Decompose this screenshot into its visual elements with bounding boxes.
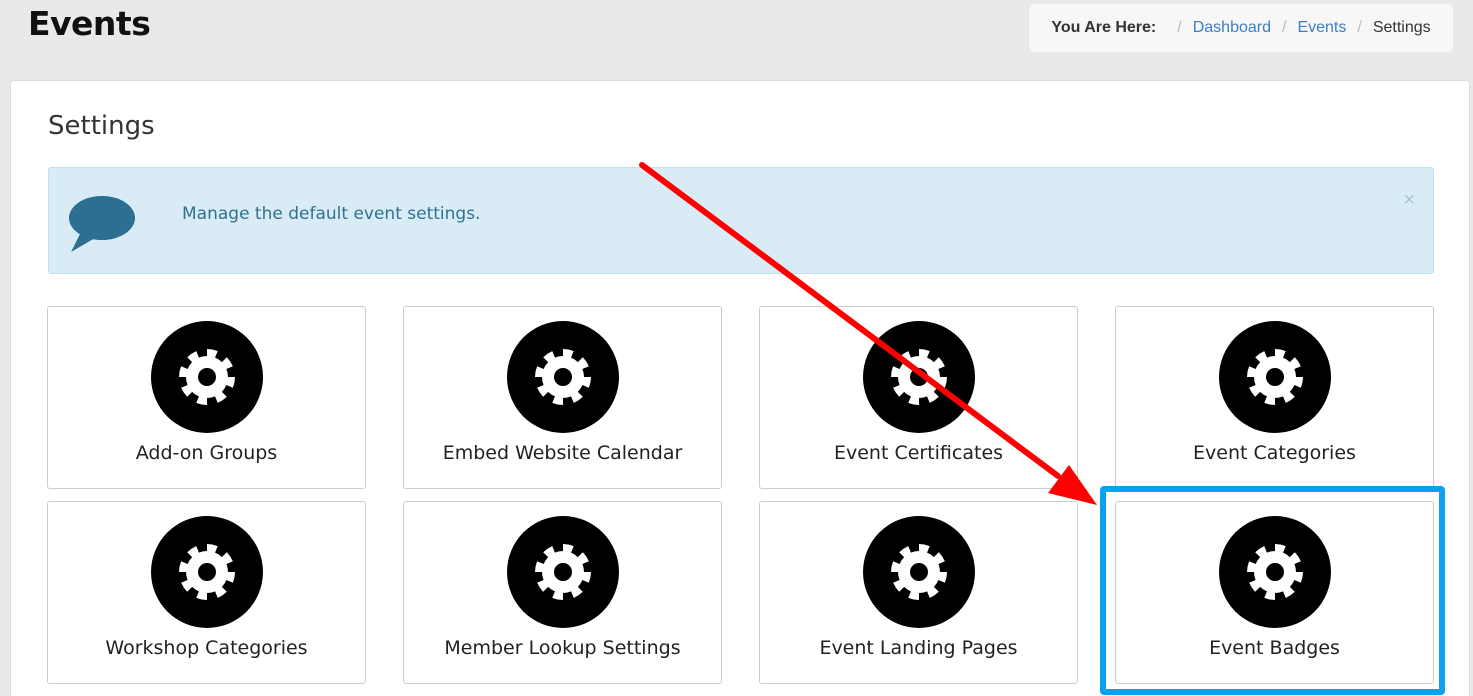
breadcrumb-link-dashboard[interactable]: Dashboard	[1193, 19, 1271, 37]
tile-event-landing-pages[interactable]: Event Landing Pages	[759, 501, 1078, 684]
breadcrumb-current: Settings	[1372, 19, 1431, 36]
speech-bubble-icon	[67, 194, 137, 254]
gear-icon	[507, 321, 619, 433]
breadcrumb-separator: /	[1357, 19, 1362, 36]
tile-label: Event Landing Pages	[819, 637, 1018, 659]
tile-label: Workshop Categories	[105, 637, 308, 659]
gear-icon	[1219, 321, 1331, 433]
breadcrumb-separator: /	[1282, 19, 1287, 36]
tile-label: Event Badges	[1209, 637, 1340, 659]
breadcrumb-separator: /	[1177, 19, 1182, 36]
gear-icon	[863, 516, 975, 628]
breadcrumb-lead: You Are Here:	[1051, 19, 1157, 36]
tile-workshop-categories[interactable]: Workshop Categories	[47, 501, 366, 684]
page-header: Events You Are Here: / Dashboard / Event…	[0, 0, 1473, 80]
tile-event-categories[interactable]: Event Categories	[1115, 306, 1434, 489]
gear-icon	[151, 321, 263, 433]
tile-label: Event Categories	[1193, 442, 1356, 464]
page-title: Events	[28, 4, 151, 43]
gear-icon	[151, 516, 263, 628]
tile-label: Add-on Groups	[135, 442, 278, 464]
tile-member-lookup-settings[interactable]: Member Lookup Settings	[403, 501, 722, 684]
gear-icon	[507, 516, 619, 628]
tile-event-certificates[interactable]: Event Certificates	[759, 306, 1078, 489]
info-alert: Manage the default event settings. ×	[48, 167, 1434, 274]
tile-event-badges[interactable]: Event Badges	[1115, 501, 1434, 684]
tile-embed-website-calendar[interactable]: Embed Website Calendar	[403, 306, 722, 489]
breadcrumb: You Are Here: / Dashboard / Events / Set…	[1029, 4, 1453, 52]
tile-add-on-groups[interactable]: Add-on Groups	[47, 306, 366, 489]
alert-text: Manage the default event settings.	[182, 204, 481, 224]
breadcrumb-link-events[interactable]: Events	[1297, 19, 1346, 37]
gear-icon	[1219, 516, 1331, 628]
close-icon[interactable]: ×	[1403, 190, 1415, 210]
tile-label: Event Certificates	[833, 442, 1004, 464]
tile-label: Member Lookup Settings	[444, 637, 681, 659]
tile-label: Embed Website Calendar	[442, 442, 683, 464]
panel-title: Settings	[48, 111, 155, 141]
gear-icon	[863, 321, 975, 433]
